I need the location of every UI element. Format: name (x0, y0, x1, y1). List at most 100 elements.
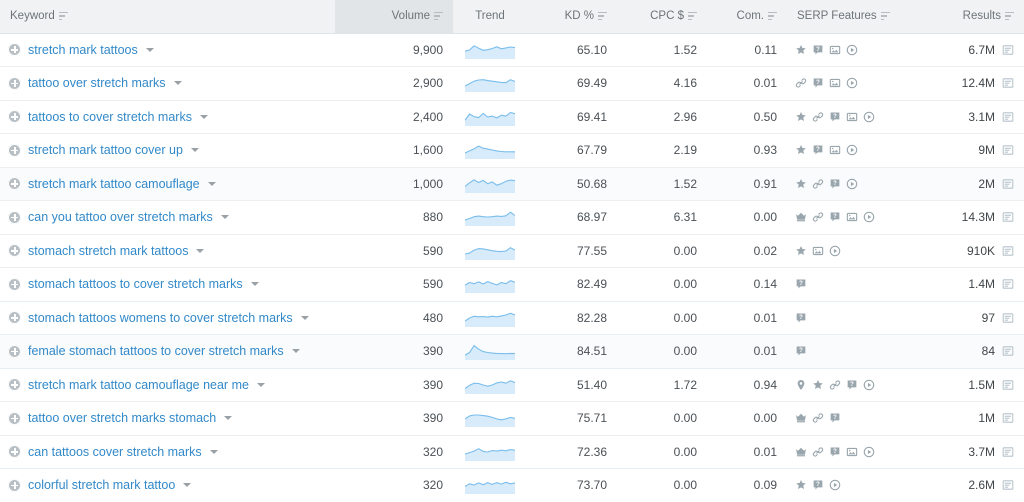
keyword-link[interactable]: female stomach tattoos to cover stretch … (28, 344, 284, 358)
video-play-icon[interactable] (846, 44, 858, 56)
image-pack-icon[interactable] (846, 111, 858, 123)
column-header-com[interactable]: Com. (707, 0, 787, 34)
sitelinks-link-icon[interactable] (795, 77, 807, 89)
faq-question-icon[interactable]: ? (829, 211, 841, 223)
add-keyword-plus-icon[interactable] (8, 344, 21, 358)
table-row[interactable]: stomach tattoos womens to cover stretch … (0, 301, 1024, 335)
keyword-dropdown-caret-icon[interactable] (145, 47, 154, 52)
column-header-serp[interactable]: SERP Features (787, 0, 917, 34)
faq-question-icon[interactable]: ? (795, 278, 807, 290)
add-keyword-plus-icon[interactable] (8, 76, 21, 90)
add-keyword-plus-icon[interactable] (8, 478, 21, 492)
add-keyword-plus-icon[interactable] (8, 110, 21, 124)
video-play-icon[interactable] (863, 211, 875, 223)
keyword-link[interactable]: stretch mark tattoo camouflage near me (28, 378, 249, 392)
table-row[interactable]: stretch mark tattoo camouflage near me 39… (0, 368, 1024, 402)
add-keyword-plus-icon[interactable] (8, 244, 21, 258)
serp-report-icon[interactable] (1002, 278, 1014, 290)
faq-question-icon[interactable]: ? (829, 412, 841, 424)
keyword-link[interactable]: can tattoos cover stretch marks (28, 445, 202, 459)
image-pack-icon[interactable] (829, 144, 841, 156)
keyword-link[interactable]: tattoos to cover stretch marks (28, 110, 192, 124)
keyword-dropdown-caret-icon[interactable] (196, 248, 205, 253)
sort-filter-icon[interactable] (880, 11, 890, 21)
column-header-results[interactable]: Results (917, 0, 1024, 34)
serp-report-icon[interactable] (1002, 412, 1014, 424)
column-header-kd[interactable]: KD % (527, 0, 617, 34)
add-keyword-plus-icon[interactable] (8, 210, 21, 224)
add-keyword-plus-icon[interactable] (8, 378, 21, 392)
serp-report-icon[interactable] (1002, 44, 1014, 56)
column-header-trend[interactable]: Trend (453, 0, 527, 34)
table-row[interactable]: tattoos to cover stretch marks 2,400 69.41… (0, 100, 1024, 134)
image-pack-icon[interactable] (829, 44, 841, 56)
serp-report-icon[interactable] (1002, 77, 1014, 89)
sort-filter-icon[interactable] (598, 11, 607, 21)
keyword-link[interactable]: stomach tattoos to cover stretch marks (28, 277, 243, 291)
keyword-link[interactable]: tattoo over stretch marks (28, 76, 166, 90)
serp-report-icon[interactable] (1002, 245, 1014, 257)
sitelinks-link-icon[interactable] (812, 446, 824, 458)
star-icon[interactable] (795, 479, 807, 491)
star-icon[interactable] (795, 144, 807, 156)
serp-report-icon[interactable] (1002, 312, 1014, 324)
table-row[interactable]: female stomach tattoos to cover stretch … (0, 334, 1024, 369)
image-pack-icon[interactable] (829, 77, 841, 89)
table-row[interactable]: can tattoos cover stretch marks 320 72.36 0… (0, 435, 1024, 469)
table-row[interactable]: stomach tattoos to cover stretch marks 59… (0, 267, 1024, 302)
featured-snippet-crown-icon[interactable] (795, 446, 807, 458)
local-pack-map-pin-icon[interactable] (795, 379, 807, 391)
keyword-dropdown-caret-icon[interactable] (256, 382, 265, 387)
faq-question-icon[interactable]: ? (846, 379, 858, 391)
keyword-dropdown-caret-icon[interactable] (183, 483, 192, 488)
add-keyword-plus-icon[interactable] (8, 277, 21, 291)
table-row[interactable]: stretch mark tattoo cover up 1,600 67.79 2.… (0, 133, 1024, 168)
faq-question-icon[interactable]: ? (795, 312, 807, 324)
video-play-icon[interactable] (829, 479, 841, 491)
keyword-dropdown-caret-icon[interactable] (220, 215, 229, 220)
sitelinks-link-icon[interactable] (812, 412, 824, 424)
faq-question-icon[interactable]: ? (829, 446, 841, 458)
keyword-dropdown-caret-icon[interactable] (224, 416, 233, 421)
serp-report-icon[interactable] (1002, 178, 1014, 190)
faq-question-icon[interactable]: ? (812, 77, 824, 89)
column-header-volume[interactable]: Volume (335, 0, 453, 34)
video-play-icon[interactable] (846, 178, 858, 190)
add-keyword-plus-icon[interactable] (8, 143, 21, 157)
keyword-link[interactable]: stretch mark tattoo camouflage (28, 177, 200, 191)
table-row[interactable]: can you tattoo over stretch marks 880 68.9… (0, 200, 1024, 235)
faq-question-icon[interactable]: ? (829, 178, 841, 190)
keyword-link[interactable]: stretch mark tattoos (28, 43, 138, 57)
serp-report-icon[interactable] (1002, 379, 1014, 391)
sort-filter-icon[interactable] (1005, 11, 1014, 21)
table-row[interactable]: stomach stretch mark tattoos 590 77.55 0.00… (0, 234, 1024, 268)
featured-snippet-crown-icon[interactable] (795, 211, 807, 223)
video-play-icon[interactable] (846, 144, 858, 156)
video-play-icon[interactable] (863, 111, 875, 123)
video-play-icon[interactable] (863, 446, 875, 458)
serp-report-icon[interactable] (1002, 479, 1014, 491)
serp-report-icon[interactable] (1002, 144, 1014, 156)
star-icon[interactable] (795, 111, 807, 123)
video-play-icon[interactable] (846, 77, 858, 89)
column-header-cpc[interactable]: CPC $ (617, 0, 707, 34)
image-pack-icon[interactable] (812, 245, 824, 257)
keyword-dropdown-caret-icon[interactable] (207, 181, 216, 186)
add-keyword-plus-icon[interactable] (8, 43, 21, 57)
video-play-icon[interactable] (863, 379, 875, 391)
sitelinks-link-icon[interactable] (829, 379, 841, 391)
sitelinks-link-icon[interactable] (812, 178, 824, 190)
keyword-dropdown-caret-icon[interactable] (250, 282, 259, 287)
column-header-keyword[interactable]: Keyword (0, 0, 335, 34)
keyword-link[interactable]: can you tattoo over stretch marks (28, 210, 213, 224)
add-keyword-plus-icon[interactable] (8, 445, 21, 459)
keyword-dropdown-caret-icon[interactable] (300, 315, 309, 320)
serp-report-icon[interactable] (1002, 111, 1014, 123)
featured-snippet-crown-icon[interactable] (795, 412, 807, 424)
serp-report-icon[interactable] (1002, 446, 1014, 458)
faq-question-icon[interactable]: ? (829, 111, 841, 123)
sort-filter-icon[interactable] (768, 11, 777, 21)
faq-question-icon[interactable]: ? (812, 479, 824, 491)
sitelinks-link-icon[interactable] (812, 111, 824, 123)
add-keyword-plus-icon[interactable] (8, 177, 21, 191)
